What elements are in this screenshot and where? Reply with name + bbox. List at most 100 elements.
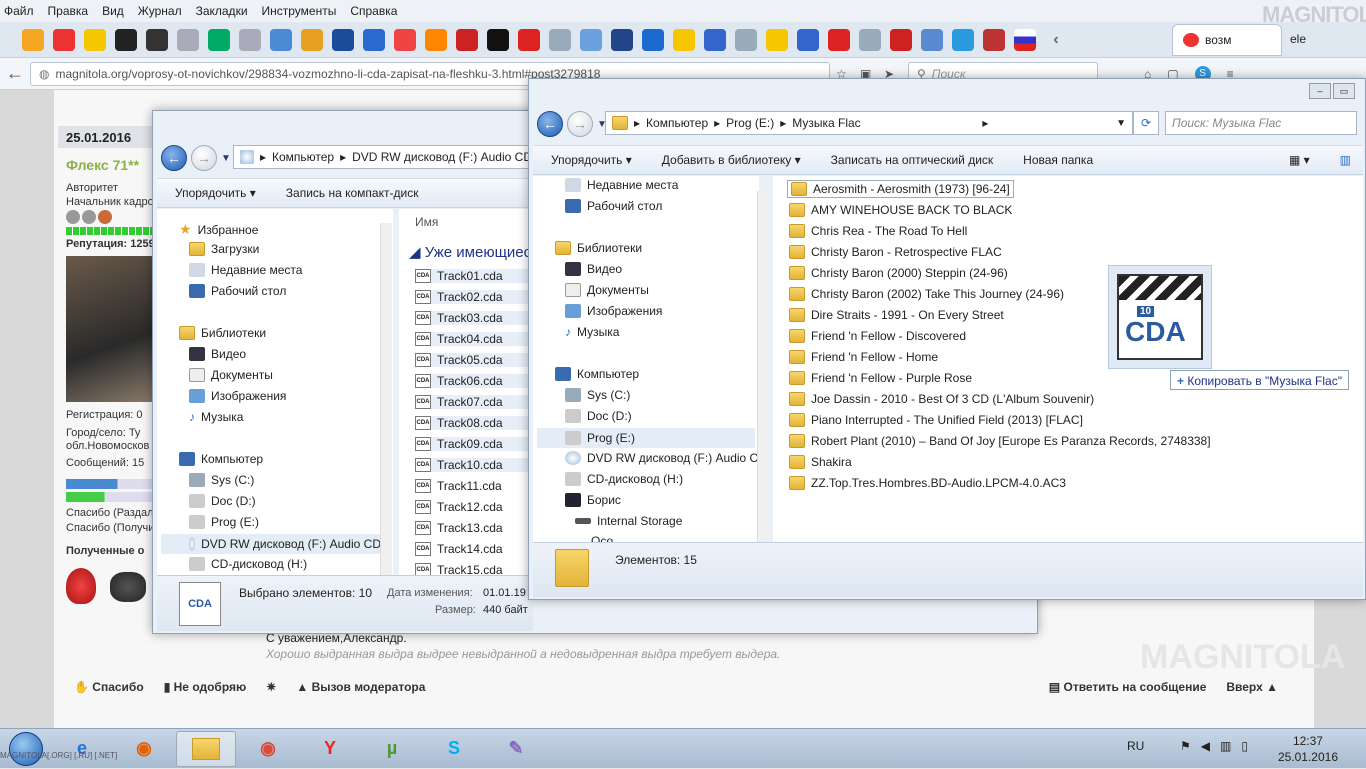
yandex-taskbar-button[interactable]: Y: [300, 731, 360, 767]
address-bar[interactable]: ▸ Компьютер ▸ Prog (E:) ▸ Музыка Flac ▸ …: [605, 111, 1133, 135]
minimize-icon[interactable]: –: [1309, 83, 1331, 99]
breadcrumb-item[interactable]: Компьютер: [272, 150, 334, 164]
folder-row[interactable]: Christy Baron (2000) Steppin (24-96): [789, 266, 1008, 280]
bookmark-icon[interactable]: [363, 28, 385, 51]
nav-video[interactable]: Видео: [565, 262, 622, 276]
forward-button[interactable]: →: [567, 111, 593, 137]
paint-taskbar-button[interactable]: ✎: [486, 731, 546, 767]
breadcrumb-item[interactable]: Музыка Flac: [792, 116, 860, 130]
nav-libraries[interactable]: Библиотеки: [179, 326, 266, 340]
bookmark-icon[interactable]: [580, 28, 602, 51]
clock[interactable]: 12:37 25.01.2016: [1278, 733, 1338, 765]
warning-icon[interactable]: [84, 28, 106, 51]
back-button[interactable]: ←: [537, 111, 563, 137]
bookmark-icon[interactable]: [239, 28, 261, 51]
folder-row[interactable]: Friend 'n Fellow - Home: [789, 350, 938, 364]
preview-pane-icon[interactable]: ▥: [1340, 153, 1351, 167]
start-button[interactable]: [0, 729, 52, 769]
back-button[interactable]: ←: [161, 145, 187, 171]
nav-internal-storage[interactable]: Internal Storage: [575, 514, 682, 528]
bookmark-icon[interactable]: [859, 28, 881, 51]
nav-boris[interactable]: Борис: [565, 493, 621, 507]
bookmark-icon[interactable]: [952, 28, 974, 51]
folder-row[interactable]: Shakira: [789, 455, 852, 469]
skype-taskbar-button[interactable]: S: [424, 731, 484, 767]
chevron-down-icon[interactable]: ▼: [221, 153, 231, 164]
nav-computer[interactable]: Компьютер: [179, 452, 263, 466]
folder-row[interactable]: Friend 'n Fellow - Purple Rose: [789, 371, 972, 385]
bookmark-icon[interactable]: [146, 28, 168, 51]
bookmark-icon[interactable]: [828, 28, 850, 51]
breadcrumb-item[interactable]: Компьютер: [646, 116, 708, 130]
folder-row[interactable]: Joe Dassin - 2010 - Best Of 3 CD (L'Albu…: [789, 392, 1094, 406]
nav-downloads[interactable]: Загрузки: [189, 242, 259, 256]
folder-row[interactable]: Friend 'n Fellow - Discovered: [789, 329, 966, 343]
username[interactable]: Флекс 71**: [66, 157, 139, 173]
address-bar[interactable]: ▸ Компьютер ▸ DVD RW дисковод (F:) Audio…: [233, 145, 533, 169]
device-icon[interactable]: ▯: [1241, 739, 1248, 753]
folder-row[interactable]: Piano Interrupted - The Unified Field (2…: [789, 413, 1083, 427]
nav-desktop[interactable]: Рабочий стол: [565, 199, 662, 213]
utorrent-taskbar-button[interactable]: µ: [362, 731, 422, 767]
search-input[interactable]: Поиск: Музыка Flac: [1165, 111, 1357, 135]
nav-drive-f[interactable]: DVD RW дисковод (F:) Audio CD: [161, 534, 381, 554]
folder-row[interactable]: Chris Rea - The Road To Hell: [789, 224, 967, 238]
nav-documents[interactable]: Документы: [565, 283, 649, 297]
file-row[interactable]: CDA Track09.cda: [415, 437, 531, 451]
chrome-taskbar-button[interactable]: ◉: [238, 731, 298, 767]
nav-favorites[interactable]: ★ Избранное: [179, 221, 258, 238]
file-row[interactable]: CDA Track08.cda: [415, 416, 531, 430]
folder-row[interactable]: Aerosmith - Aerosmith (1973) [96-24]: [787, 180, 1014, 198]
file-row[interactable]: CDA Track15.cda: [415, 563, 503, 575]
folder-row[interactable]: Robert Plant (2010) – Band Of Joy [Europ…: [789, 434, 1211, 448]
folder-row[interactable]: Christy Baron (2002) Take This Journey (…: [789, 287, 1064, 301]
nav-drive-c[interactable]: Sys (C:): [565, 388, 630, 402]
bookmark-icon[interactable]: [704, 28, 726, 51]
folder-row[interactable]: ZZ.Top.Tres.Hombres.BD-Audio.LPCM-4.0.AC…: [789, 476, 1066, 490]
bookmark-icon[interactable]: [332, 28, 354, 51]
menu-file[interactable]: Файл: [4, 4, 34, 18]
nav-music[interactable]: ♪ Музыка: [565, 325, 619, 339]
burn-button[interactable]: Записать на оптический диск: [831, 153, 994, 167]
file-row[interactable]: CDA Track06.cda: [415, 374, 531, 388]
bookmark-icon[interactable]: [115, 28, 137, 51]
bookmark-icon[interactable]: [549, 28, 571, 51]
breadcrumb-item[interactable]: DVD RW дисковод (F:) Audio CD: [352, 150, 532, 164]
file-row[interactable]: CDA Track11.cda: [415, 479, 502, 493]
chevron-left-icon[interactable]: ‹: [1045, 29, 1067, 51]
reply-button[interactable]: ▤ Ответить на сообщение: [1049, 680, 1207, 694]
new-folder-button[interactable]: Новая папка: [1023, 153, 1093, 167]
nav-images[interactable]: Изображения: [565, 304, 662, 318]
file-row[interactable]: CDA Track05.cda: [415, 353, 531, 367]
nav-computer[interactable]: Компьютер: [555, 367, 639, 381]
bookmark-icon[interactable]: [983, 28, 1005, 51]
bookmark-icon[interactable]: [890, 28, 912, 51]
nav-drive-f[interactable]: DVD RW дисковод (F:) Audio CD: [565, 451, 759, 465]
folder-row[interactable]: Dire Straits - 1991 - On Every Street: [789, 308, 1004, 322]
chevron-down-icon[interactable]: ▼: [1116, 118, 1126, 129]
nav-recent[interactable]: Недавние места: [189, 263, 302, 277]
star-button[interactable]: ✷: [266, 680, 276, 694]
burn-button[interactable]: Запись на компакт-диск: [286, 186, 419, 200]
nav-images[interactable]: Изображения: [189, 389, 286, 403]
ie-taskbar-button[interactable]: e: [52, 731, 112, 767]
nav-libraries[interactable]: Библиотеки: [555, 241, 642, 255]
nav-documents[interactable]: Документы: [189, 368, 273, 382]
file-row[interactable]: CDA Track14.cda: [415, 542, 503, 556]
nav-scrollbar[interactable]: [757, 191, 769, 543]
nav-drive-h[interactable]: CD-дисковод (H:): [565, 472, 683, 486]
nav-desktop[interactable]: Рабочий стол: [189, 284, 286, 298]
menu-bookmarks[interactable]: Закладки: [196, 4, 248, 18]
maximize-icon[interactable]: ▭: [1333, 83, 1355, 99]
menu-help[interactable]: Справка: [350, 4, 397, 18]
bookmark-icon[interactable]: [301, 28, 323, 51]
file-row[interactable]: CDA Track03.cda: [415, 311, 531, 325]
file-row[interactable]: CDA Track02.cda: [415, 290, 531, 304]
bookmark-icon[interactable]: [425, 28, 447, 51]
folder-row[interactable]: Christy Baron - Retrospective FLAC: [789, 245, 1002, 259]
nav-drive-d[interactable]: Doc (D:): [565, 409, 632, 423]
scroll-up-button[interactable]: Вверх ▲: [1226, 680, 1278, 694]
nav-video[interactable]: Видео: [189, 347, 246, 361]
file-row[interactable]: CDA Track07.cda: [415, 395, 531, 409]
menu-history[interactable]: Журнал: [138, 4, 182, 18]
